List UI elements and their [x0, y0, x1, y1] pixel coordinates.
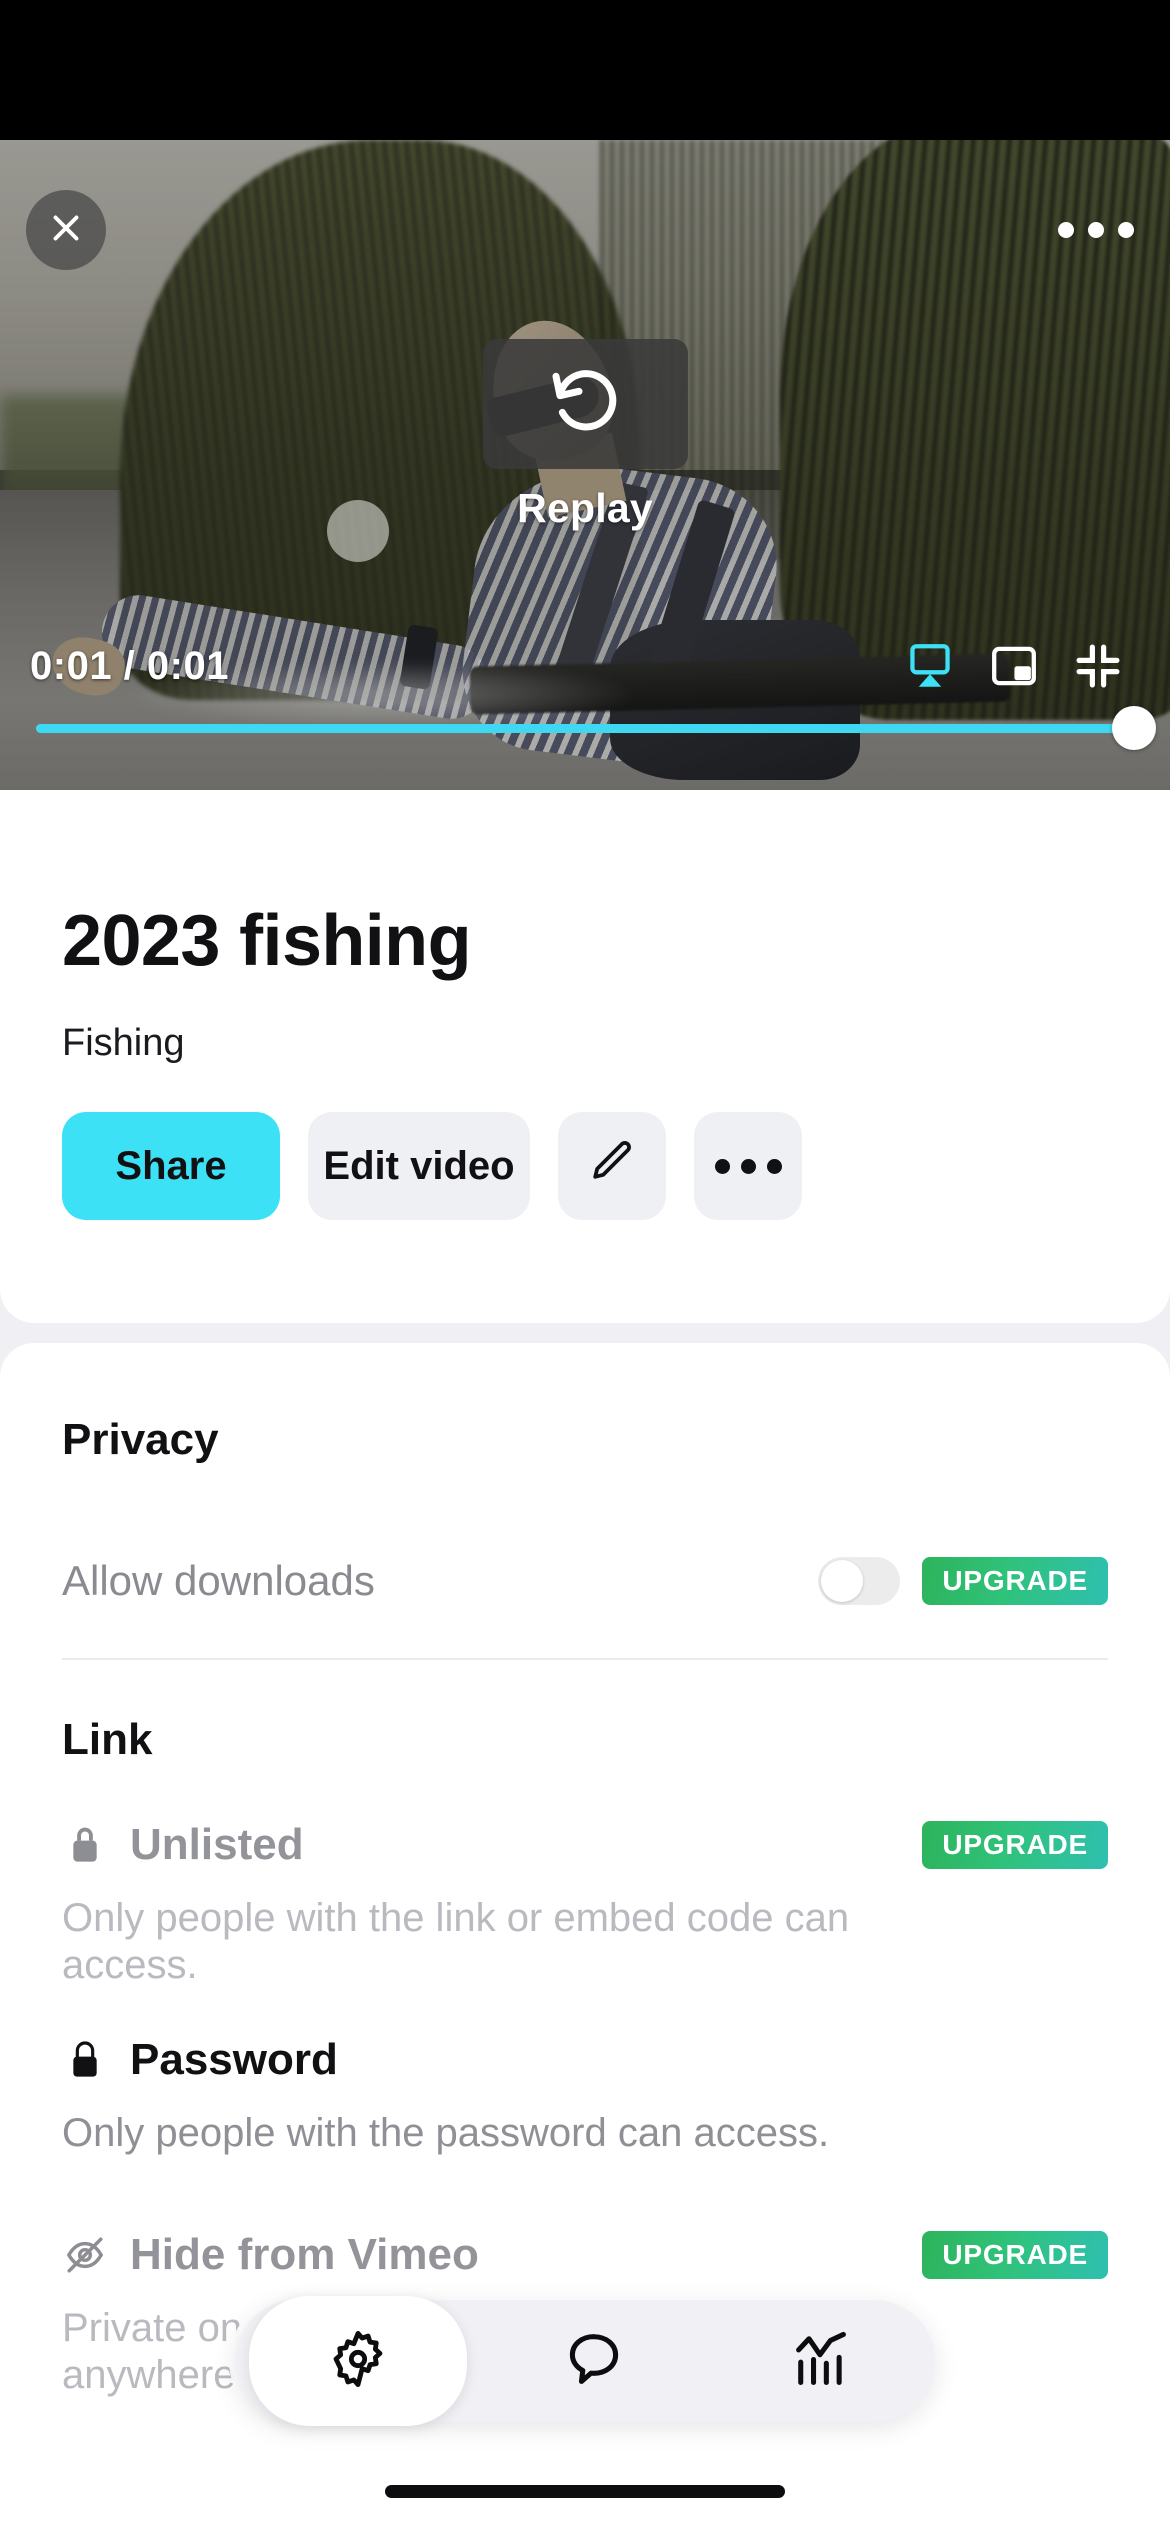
lock-icon [62, 1817, 108, 1873]
picture-in-picture-icon [987, 639, 1041, 693]
tab-analytics[interactable] [721, 2300, 921, 2422]
video-player[interactable]: Replay 0:01 / 0:01 [0, 140, 1170, 790]
analytics-stats-icon [789, 2327, 853, 2396]
action-buttons-row: Share Edit video [62, 1112, 802, 1220]
pencil-edit-icon [588, 1137, 636, 1195]
upgrade-badge-unlisted[interactable]: UPGRADE [922, 1821, 1108, 1869]
option-name: Hide from Vimeo [130, 2230, 479, 2279]
details-sheet: 2023 fishing Fishing Share Edit video Pr… [0, 790, 1170, 2532]
privacy-heading: Privacy [62, 1415, 219, 1464]
toggle-knob [821, 1560, 864, 1602]
close-icon [48, 210, 84, 251]
app-screen: Replay 0:01 / 0:01 2023 fishing Fishing … [0, 0, 1170, 2532]
comment-bubble-icon [562, 2327, 626, 2396]
time-display: 0:01 / 0:01 [30, 643, 229, 688]
more-horizontal-icon [714, 1158, 730, 1174]
video-info-card: 2023 fishing Fishing Share Edit video [0, 790, 1170, 1323]
privacy-option-password[interactable]: Password Only people with the password c… [0, 2028, 1170, 2157]
progress-fill [36, 724, 1134, 733]
exit-fullscreen-icon [1071, 639, 1125, 693]
page-title: 2023 fishing [62, 901, 472, 981]
home-indicator [385, 2485, 785, 2498]
video-progress-bar[interactable] [36, 706, 1156, 750]
link-heading: Link [62, 1715, 153, 1764]
section-divider [62, 1658, 1108, 1660]
exit-fullscreen-button[interactable] [1056, 630, 1140, 702]
edit-details-button[interactable] [558, 1112, 666, 1220]
replay-rotate-ccw-icon [545, 361, 625, 446]
close-player-button[interactable] [26, 190, 106, 270]
player-controls: 0:01 / 0:01 [0, 626, 1170, 706]
gear-settings-icon [326, 2327, 390, 2396]
status-bar [0, 0, 1170, 140]
more-actions-button[interactable] [694, 1112, 802, 1220]
video-subtitle: Fishing [62, 1022, 185, 1064]
option-name: Unlisted [130, 1820, 304, 1869]
allow-downloads-row[interactable]: Allow downloads UPGRADE [62, 1543, 1108, 1619]
eye-off-icon [62, 2227, 108, 2283]
tab-comments[interactable] [494, 2300, 694, 2422]
option-name: Password [130, 2035, 338, 2084]
more-options-icon [1058, 222, 1074, 238]
player-more-options-button[interactable] [1046, 200, 1146, 260]
allow-downloads-toggle[interactable] [818, 1557, 901, 1605]
airplay-button[interactable] [888, 630, 972, 702]
upgrade-badge-hide[interactable]: UPGRADE [922, 2231, 1108, 2279]
tab-settings[interactable] [248, 2296, 467, 2426]
option-description: Only people with the link or embed code … [62, 1896, 850, 1988]
lock-password-icon [62, 2032, 108, 2088]
seek-ripple-indicator [327, 500, 389, 562]
progress-handle[interactable] [1112, 706, 1156, 750]
picture-in-picture-button[interactable] [972, 630, 1056, 702]
bottom-tab-bar [235, 2296, 935, 2426]
privacy-option-unlisted[interactable]: Unlisted UPGRADE Only people with the li… [0, 1813, 1170, 1989]
airplay-icon [903, 639, 957, 693]
edit-video-button[interactable]: Edit video [308, 1112, 530, 1220]
upgrade-badge-downloads[interactable]: UPGRADE [922, 1557, 1108, 1605]
replay-button[interactable] [482, 338, 688, 469]
option-description: Only people with the password can access… [62, 2111, 830, 2155]
allow-downloads-label: Allow downloads [62, 1557, 375, 1604]
share-button[interactable]: Share [62, 1112, 280, 1220]
